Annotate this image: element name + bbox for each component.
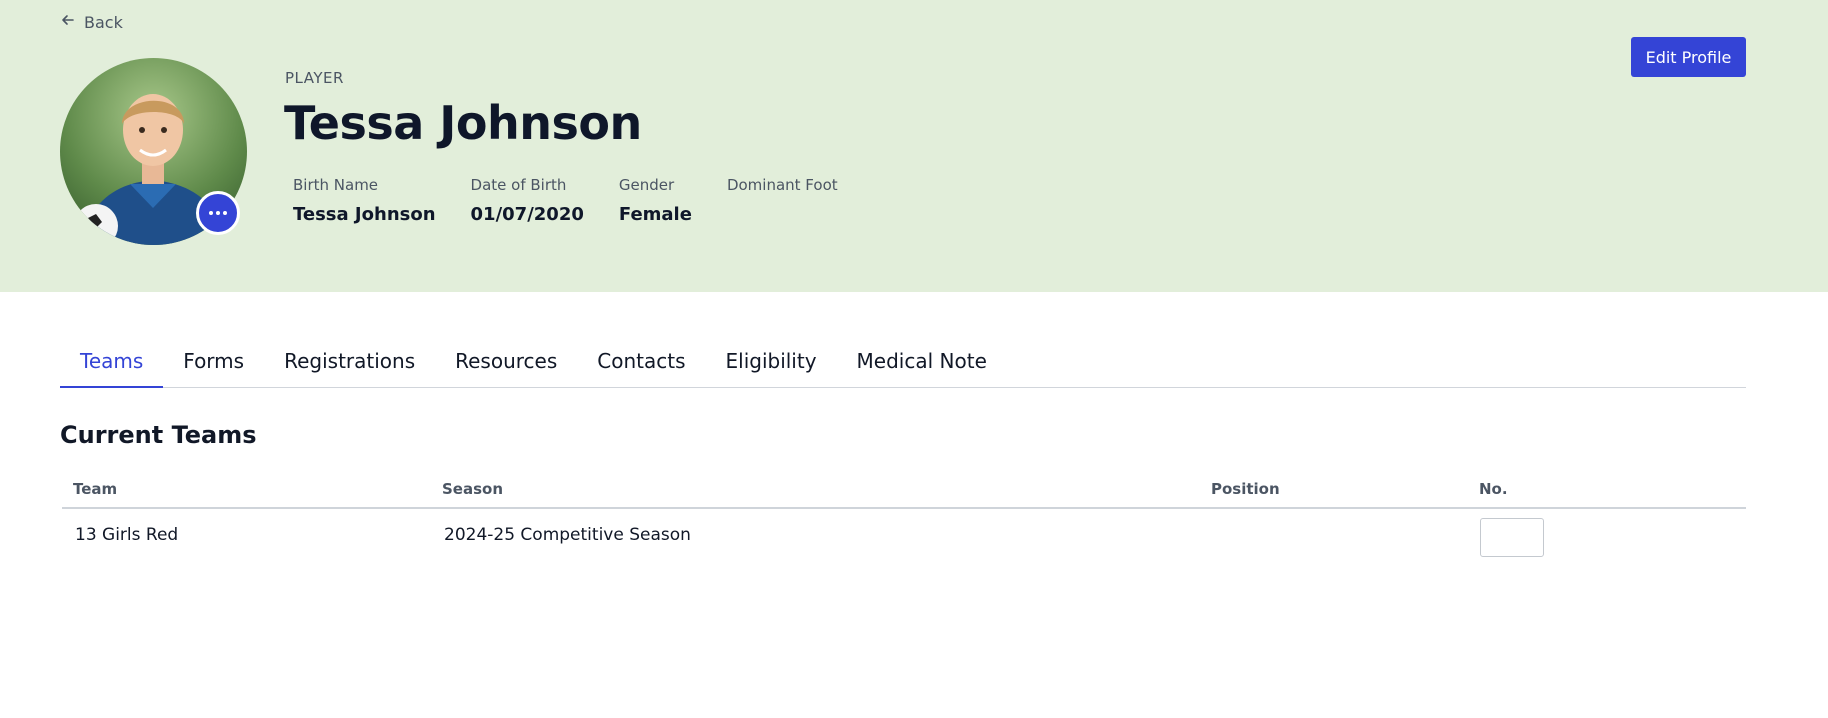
fact-value: 01/07/2020 bbox=[470, 204, 584, 225]
avatar-container bbox=[60, 58, 247, 245]
jersey-number-input[interactable] bbox=[1480, 518, 1544, 557]
back-label: Back bbox=[84, 12, 123, 32]
fact-date-of-birth: Date of Birth 01/07/2020 bbox=[471, 176, 584, 225]
fact-value: Female bbox=[618, 204, 692, 225]
profile-tabs: Teams Forms Registrations Resources Cont… bbox=[60, 340, 1746, 388]
tab-contacts[interactable]: Contacts bbox=[577, 340, 705, 388]
tab-forms[interactable]: Forms bbox=[163, 340, 264, 388]
more-horizontal-icon bbox=[209, 211, 227, 215]
tab-medical-note[interactable]: Medical Note bbox=[837, 340, 1007, 388]
edit-profile-button[interactable]: Edit Profile bbox=[1631, 37, 1746, 77]
fact-birth-name: Birth Name Tessa Johnson bbox=[293, 176, 436, 225]
fact-label: Birth Name bbox=[293, 176, 379, 194]
column-header-season[interactable]: Season bbox=[442, 480, 503, 498]
page-title: Tessa Johnson bbox=[284, 96, 642, 150]
teams-table: Team Season Position No. 13 Girls Red 20… bbox=[62, 474, 1746, 569]
tab-teams[interactable]: Teams bbox=[60, 340, 164, 388]
fact-gender: Gender Female bbox=[619, 176, 692, 225]
column-header-team[interactable]: Team bbox=[73, 480, 117, 498]
column-header-number[interactable]: No. bbox=[1479, 480, 1508, 498]
column-header-position[interactable]: Position bbox=[1211, 480, 1280, 498]
fact-label: Dominant Foot bbox=[726, 176, 838, 194]
fact-label: Gender bbox=[618, 176, 675, 194]
avatar-options-button[interactable] bbox=[196, 191, 240, 235]
table-header: Team Season Position No. bbox=[62, 474, 1746, 509]
table-row: 13 Girls Red 2024-25 Competitive Season bbox=[62, 509, 1746, 569]
team-cell[interactable]: 13 Girls Red bbox=[75, 525, 178, 545]
fact-value: Tessa Johnson bbox=[293, 204, 436, 225]
tab-registrations[interactable]: Registrations bbox=[264, 340, 435, 388]
profile-role: PLAYER bbox=[285, 69, 344, 87]
fact-label: Date of Birth bbox=[470, 176, 567, 194]
tab-resources[interactable]: Resources bbox=[435, 340, 577, 388]
arrow-left-icon bbox=[60, 12, 76, 32]
fact-dominant-foot: Dominant Foot bbox=[727, 176, 838, 225]
section-title: Current Teams bbox=[60, 421, 257, 449]
profile-header: Back PLAYER Tessa Johnson Birth Name Tes… bbox=[0, 0, 1828, 292]
season-cell: 2024-25 Competitive Season bbox=[444, 525, 691, 545]
back-link[interactable]: Back bbox=[60, 12, 123, 32]
profile-facts: Birth Name Tessa Johnson Date of Birth 0… bbox=[293, 176, 873, 225]
tab-eligibility[interactable]: Eligibility bbox=[706, 340, 837, 388]
